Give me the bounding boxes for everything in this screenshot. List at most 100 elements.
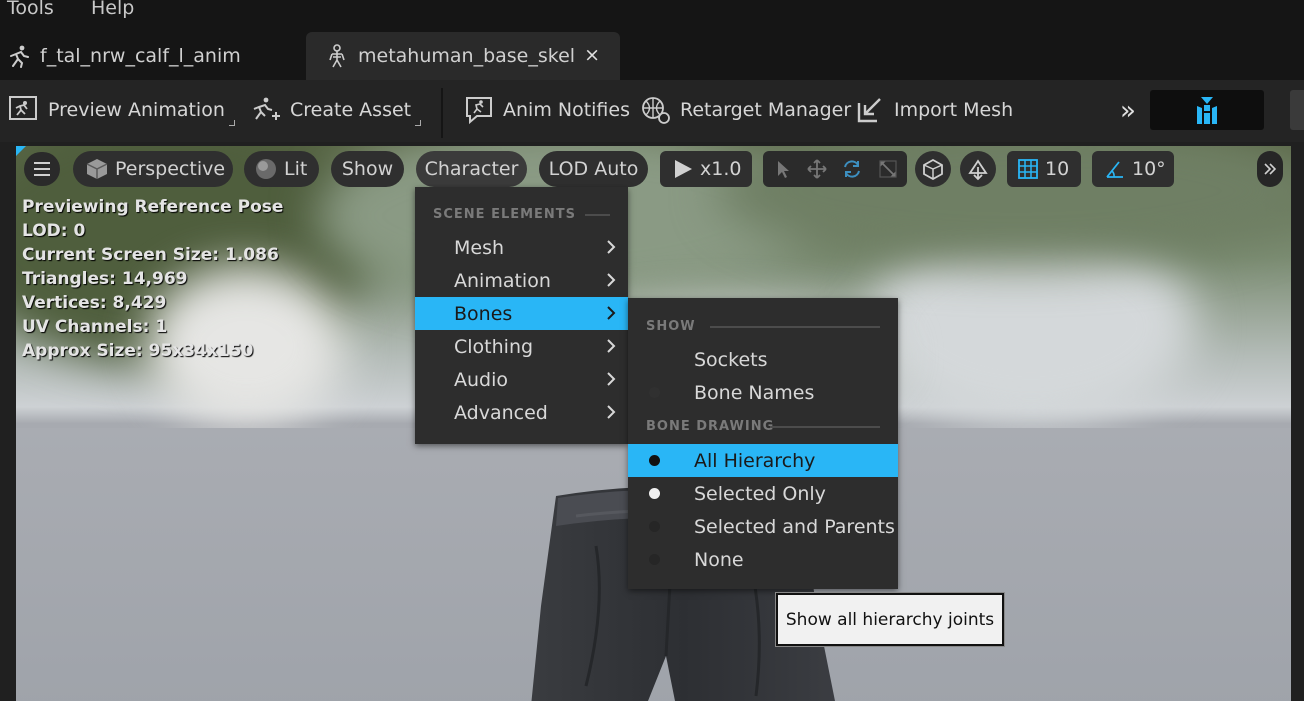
radio-icon <box>649 554 660 565</box>
rotate-icon[interactable] <box>842 159 862 179</box>
menu-item-selected-and-parents[interactable]: Selected and Parents <box>628 510 898 543</box>
chevron-right-icon <box>607 372 616 386</box>
radio-selected-icon <box>649 455 660 466</box>
menu-item-label: Audio <box>454 368 509 391</box>
local-space-button[interactable] <box>915 151 951 187</box>
tab-anim[interactable]: f_tal_nrw_calf_l_anim <box>0 32 300 80</box>
perspective-label: Perspective <box>115 158 226 180</box>
tab-bar: f_tal_nrw_calf_l_anim metahuman_base_ske… <box>0 28 1304 80</box>
anim-notifies-icon <box>466 97 492 125</box>
rotation-snap-label: 10° <box>1132 158 1166 180</box>
play-rate-button[interactable]: x1.0 <box>660 151 752 187</box>
rotation-snap-button[interactable]: 10° <box>1092 151 1174 187</box>
stat-line: Approx Size: 95x34x150 <box>22 341 254 361</box>
chevron-right-icon <box>607 306 616 320</box>
chevron-right-icon <box>607 240 616 254</box>
anim-notifies-button[interactable]: Anim Notifies <box>463 92 630 128</box>
lit-button[interactable]: Lit <box>244 151 319 187</box>
menu-item-clothing[interactable]: Clothing <box>415 330 628 363</box>
section-divider <box>585 214 610 216</box>
lod-button[interactable]: LOD Auto <box>539 151 648 187</box>
tab-close-button[interactable]: × <box>584 44 600 66</box>
import-icon <box>857 98 881 123</box>
menu-item-label: Advanced <box>454 401 548 424</box>
menu-item-selected-only[interactable]: Selected Only <box>628 477 898 510</box>
chevron-right-icon <box>607 405 616 419</box>
stat-line: LOD: 0 <box>22 221 86 241</box>
hamburger-icon <box>34 162 50 176</box>
skeleton-thumbnail-icon <box>1197 97 1217 124</box>
menu-item-label: All Hierarchy <box>694 449 816 472</box>
menu-item-sockets[interactable]: Sockets <box>628 343 898 376</box>
viewport-menu-button[interactable] <box>24 152 60 186</box>
menu-item-label: Mesh <box>454 236 505 259</box>
chevron-right-icon <box>607 339 616 353</box>
menu-item-label: Clothing <box>454 335 534 358</box>
retarget-manager-button[interactable]: Retarget Manager <box>640 92 851 128</box>
preview-animation-label: Preview Animation <box>48 99 225 121</box>
create-asset-button[interactable]: Create Asset <box>250 92 422 128</box>
perspective-button[interactable]: Perspective <box>73 151 233 187</box>
retarget-manager-label: Retarget Manager <box>680 99 852 121</box>
tab-skeleton-label: metahuman_base_skel <box>358 45 576 67</box>
lit-sphere-icon <box>256 159 276 179</box>
chevron-right-icon <box>607 273 616 287</box>
section-divider <box>710 326 880 328</box>
menu-item-all-hierarchy[interactable]: All Hierarchy <box>628 444 898 477</box>
import-mesh-label: Import Mesh <box>894 99 1014 121</box>
character-button[interactable]: Character <box>416 151 527 187</box>
surface-snapping-button[interactable] <box>960 151 996 187</box>
menu-item-bones[interactable]: Bones <box>415 297 628 330</box>
cube-icon <box>86 159 108 179</box>
dropdown-corner-icon <box>228 120 235 126</box>
menu-item-label: Selected and Parents <box>694 515 895 538</box>
viewport-stats: Previewing Reference Pose LOD: 0 Current… <box>22 195 283 363</box>
show-label: Show <box>341 158 394 180</box>
grid-icon <box>1018 159 1038 179</box>
menu-item-none[interactable]: None <box>628 543 898 576</box>
skeleton-icon <box>329 44 345 68</box>
play-icon <box>675 160 692 178</box>
menu-help[interactable]: Help <box>91 0 134 19</box>
show-heading: SHOW <box>646 319 696 334</box>
grid-snap-button[interactable]: 10 <box>1007 151 1081 187</box>
stat-line: Current Screen Size: 1.086 <box>22 245 279 265</box>
menu-item-label: Selected Only <box>694 482 826 505</box>
preview-animation-button[interactable]: Preview Animation <box>8 92 235 128</box>
menu-item-audio[interactable]: Audio <box>415 363 628 396</box>
skeleton-preview-thumbnail[interactable] <box>1150 90 1264 130</box>
menu-item-label: None <box>694 548 744 571</box>
menu-item-label: Bones <box>454 302 513 325</box>
menu-tools[interactable]: Tools <box>7 0 54 19</box>
retarget-manager-icon <box>642 97 670 124</box>
scale-icon[interactable] <box>878 159 898 179</box>
menu-item-bone-names[interactable]: Bone Names <box>628 376 898 409</box>
bones-submenu: SHOW Sockets Bone Names BONE DRAWING All… <box>628 298 898 589</box>
menu-item-animation[interactable]: Animation <box>415 264 628 297</box>
bone-drawing-heading: BONE DRAWING <box>646 419 775 434</box>
grid-size-label: 10 <box>1045 158 1070 180</box>
show-button[interactable]: Show <box>331 151 404 187</box>
section-divider <box>770 426 880 428</box>
snap-icon <box>968 159 988 181</box>
select-arrow-icon[interactable] <box>773 159 793 179</box>
tooltip: Show all hierarchy joints <box>776 593 1004 646</box>
toolbar-edge-button[interactable] <box>1290 90 1304 130</box>
scene-elements-heading: SCENE ELEMENTS <box>433 207 577 222</box>
lit-label: Lit <box>284 158 308 180</box>
toolbar-overflow-button[interactable]: » <box>1120 96 1136 126</box>
menu-item-advanced[interactable]: Advanced <box>415 396 628 429</box>
import-mesh-button[interactable]: Import Mesh <box>856 92 1013 128</box>
menu-item-label: Bone Names <box>694 381 815 404</box>
checkbox-indicator <box>649 387 660 398</box>
create-asset-icon <box>253 97 280 120</box>
menu-item-mesh[interactable]: Mesh <box>415 231 628 264</box>
stat-line: Previewing Reference Pose <box>22 197 284 217</box>
coordinate-system-icon <box>923 158 943 180</box>
move-icon[interactable] <box>807 159 827 179</box>
tab-skeleton[interactable]: metahuman_base_skel × <box>306 32 620 80</box>
character-label: Character <box>424 158 519 180</box>
stat-line: Vertices: 8,429 <box>22 293 167 313</box>
angle-icon <box>1106 161 1123 178</box>
viewport-overflow-button[interactable] <box>1257 151 1283 187</box>
